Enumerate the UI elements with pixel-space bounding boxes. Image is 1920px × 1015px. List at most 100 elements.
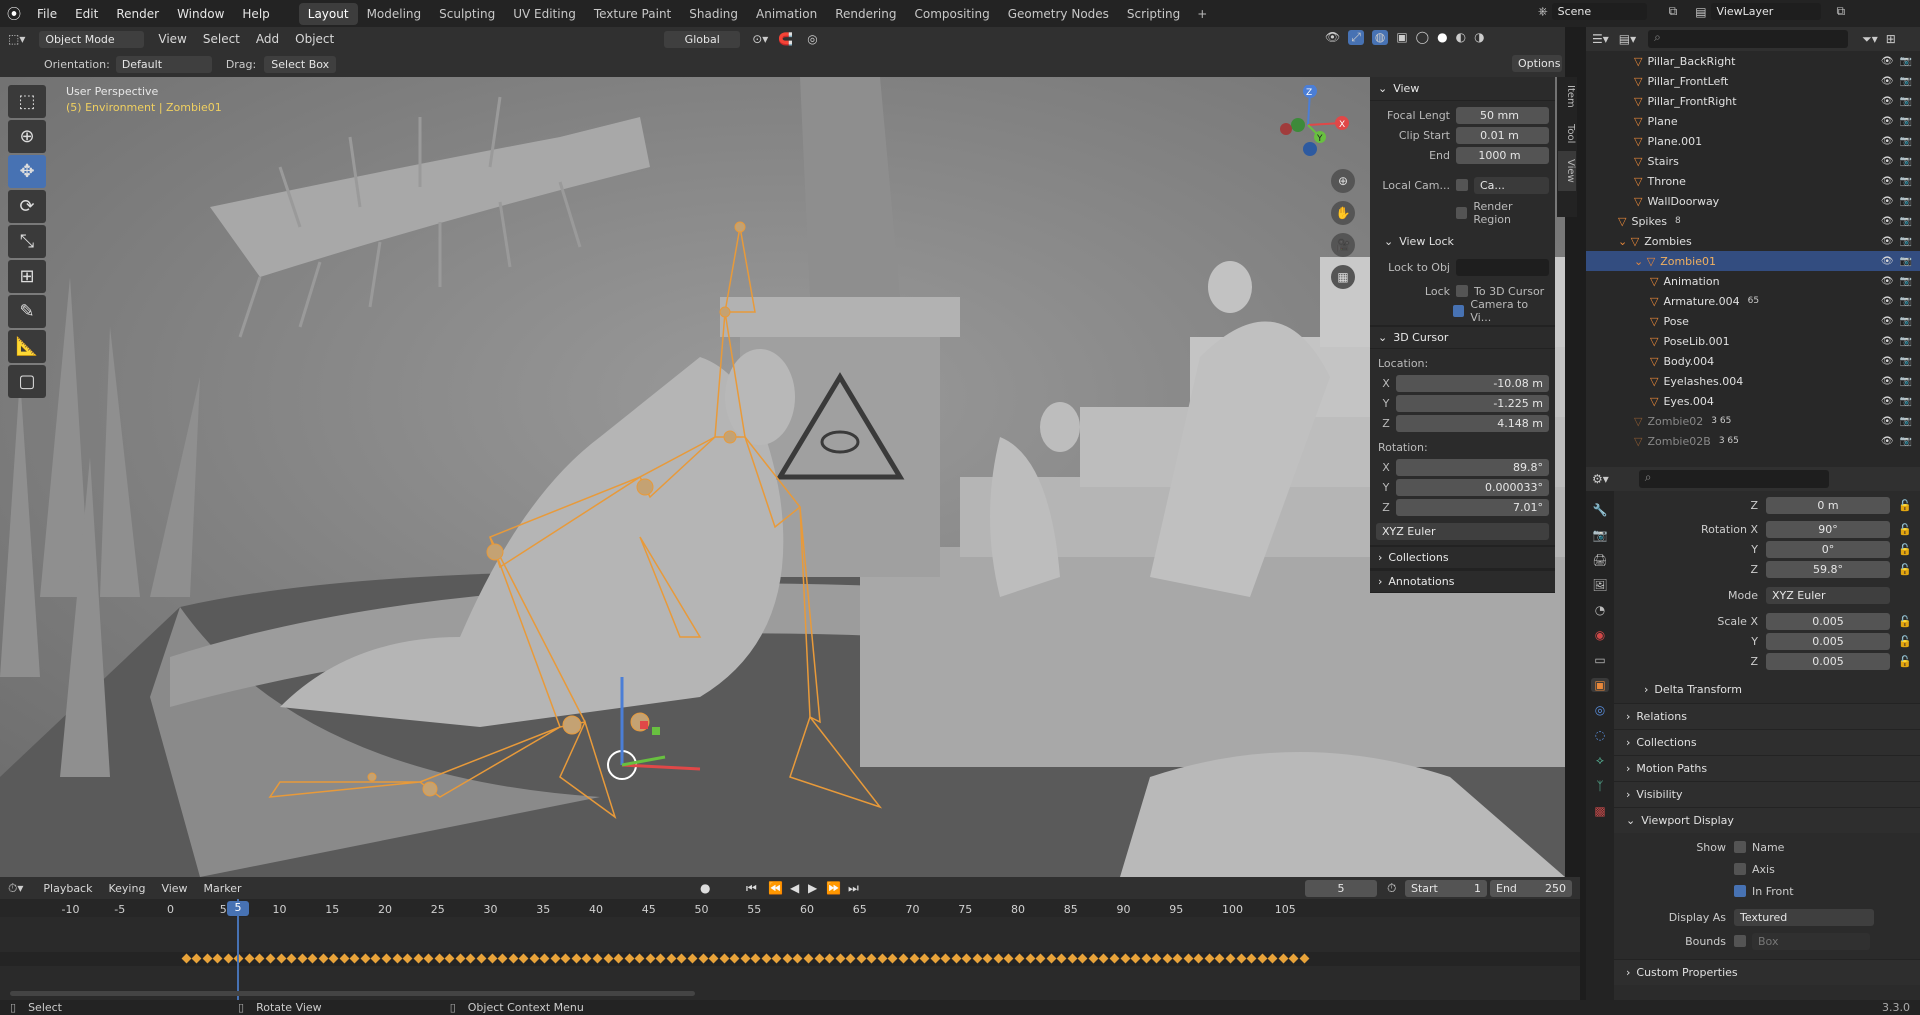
- marker-menu[interactable]: Marker: [196, 882, 250, 895]
- render-camera-icon[interactable]: 📷: [1900, 296, 1912, 307]
- new-viewlayer-icon[interactable]: ⧉: [1837, 4, 1846, 19]
- view-lock-label[interactable]: View Lock: [1399, 235, 1454, 248]
- filter-icon[interactable]: ⏷▾: [1862, 32, 1878, 47]
- gizmo-icon[interactable]: ⤢: [1348, 30, 1364, 45]
- motion-paths-section[interactable]: › Motion Paths: [1614, 755, 1920, 781]
- texture-tab-icon[interactable]: ▩: [1594, 804, 1605, 818]
- menu-edit[interactable]: Edit: [66, 7, 107, 21]
- timeline-editor-icon[interactable]: ⏱▾: [8, 881, 23, 896]
- outliner-item-name[interactable]: Stairs: [1647, 155, 1678, 168]
- render-camera-icon[interactable]: 📷: [1900, 236, 1912, 247]
- render-camera-icon[interactable]: 📷: [1900, 316, 1912, 327]
- world-tab-icon[interactable]: ◉: [1595, 628, 1605, 642]
- object-icon[interactable]: ▽: [1634, 155, 1642, 168]
- object-icon[interactable]: ▽: [1634, 175, 1642, 188]
- visibility-eye-icon[interactable]: 👁: [1881, 76, 1894, 87]
- zoom-icon[interactable]: ⊕: [1331, 169, 1355, 193]
- play-icon[interactable]: ▶: [808, 881, 817, 895]
- transform-orientation-dropdown[interactable]: Global: [664, 30, 741, 48]
- options-dropdown[interactable]: Options: [1512, 55, 1562, 72]
- render-camera-icon[interactable]: 📷: [1900, 396, 1912, 407]
- visibility-eye-icon[interactable]: 👁: [1881, 256, 1894, 267]
- cursor-rot-x-field[interactable]: 89.8°: [1396, 458, 1549, 476]
- render-camera-icon[interactable]: 📷: [1900, 156, 1912, 167]
- object-icon[interactable]: ▽: [1650, 355, 1658, 368]
- outliner-row[interactable]: ⌄ ▽ Zombie01 👁 📷: [1586, 251, 1920, 271]
- properties-search[interactable]: ⌕: [1638, 470, 1829, 488]
- view-panel-header[interactable]: ⌄ View: [1370, 77, 1555, 101]
- visibility-eye-icon[interactable]: 👁: [1881, 396, 1894, 407]
- rot-z-field[interactable]: 59.8°: [1766, 560, 1890, 578]
- outliner-item-name[interactable]: Body.004: [1663, 355, 1714, 368]
- playhead-frame[interactable]: 5: [227, 901, 249, 916]
- viewlayer-icon[interactable]: ▤: [1695, 5, 1706, 19]
- visibility-eye-icon[interactable]: 👁: [1881, 176, 1894, 187]
- custom-properties-section[interactable]: › Custom Properties: [1614, 959, 1920, 985]
- expand-icon[interactable]: ⌄ ▽: [1634, 255, 1655, 268]
- timeline-scrollbar[interactable]: [10, 991, 695, 996]
- render-camera-icon[interactable]: 📷: [1900, 196, 1912, 207]
- rotation-mode-dropdown[interactable]: XYZ Euler: [1376, 522, 1549, 540]
- outliner-item-name[interactable]: Plane.001: [1647, 135, 1702, 148]
- shading-material-icon[interactable]: ◐: [1456, 30, 1466, 45]
- outliner-item-name[interactable]: Spikes: [1631, 215, 1667, 228]
- visibility-eye-icon[interactable]: 👁: [1881, 276, 1894, 287]
- render-camera-icon[interactable]: 📷: [1900, 116, 1912, 127]
- outliner-row[interactable]: ▽ Throne 👁 📷: [1586, 171, 1920, 191]
- render-camera-icon[interactable]: 📷: [1900, 216, 1912, 227]
- vp-menu-add[interactable]: Add: [248, 32, 287, 46]
- scale-z-field[interactable]: 0.005: [1766, 652, 1890, 670]
- drag-dropdown[interactable]: Select Box: [264, 55, 337, 73]
- visibility-eye-icon[interactable]: 👁: [1881, 116, 1894, 127]
- render-camera-icon[interactable]: 📷: [1900, 336, 1912, 347]
- bounds-checkbox[interactable]: [1734, 935, 1746, 947]
- visibility-eye-icon[interactable]: 👁: [1881, 236, 1894, 247]
- collections-panel-header[interactable]: › Collections: [1370, 545, 1555, 569]
- scene-tab-icon[interactable]: ◔: [1595, 603, 1605, 617]
- tab-rendering[interactable]: Rendering: [826, 3, 905, 25]
- lock-z-icon[interactable]: 🔓: [1898, 499, 1912, 512]
- outliner-row[interactable]: ▽ Stairs 👁 📷: [1586, 151, 1920, 171]
- object-icon[interactable]: ▽: [1634, 415, 1642, 428]
- tab-layout[interactable]: Layout: [298, 2, 358, 25]
- shading-rendered-icon[interactable]: ◑: [1474, 30, 1484, 45]
- object-icon[interactable]: ▽: [1634, 195, 1642, 208]
- render-camera-icon[interactable]: 📷: [1900, 96, 1912, 107]
- object-icon[interactable]: ▽: [1634, 135, 1642, 148]
- loc-z-field[interactable]: 0 m: [1766, 496, 1890, 514]
- clip-start-field[interactable]: 0.01 m: [1456, 126, 1549, 144]
- viewlayer-field[interactable]: ViewLayer: [1710, 3, 1821, 20]
- outliner-item-name[interactable]: Eyelashes.004: [1663, 375, 1743, 388]
- object-icon[interactable]: ▽: [1650, 315, 1658, 328]
- select-box-icon[interactable]: ⬚: [8, 85, 46, 118]
- menu-file[interactable]: File: [28, 7, 66, 21]
- outliner-item-name[interactable]: Zombie01: [1660, 255, 1716, 268]
- keying-menu[interactable]: Keying: [100, 882, 153, 895]
- outliner-item-name[interactable]: Plane: [1647, 115, 1677, 128]
- lock-scale-y-icon[interactable]: 🔓: [1898, 635, 1912, 648]
- object-icon[interactable]: ▽: [1634, 95, 1642, 108]
- tab-sculpting[interactable]: Sculpting: [430, 3, 504, 25]
- scale-x-field[interactable]: 0.005: [1766, 612, 1890, 630]
- cursor-z-field[interactable]: 4.148 m: [1396, 414, 1549, 432]
- cursor-icon[interactable]: ⊕: [8, 120, 46, 153]
- outliner-editor-icon[interactable]: ☰▾: [1592, 32, 1609, 46]
- visibility-eye-icon[interactable]: 👁: [1881, 356, 1894, 367]
- visibility-eye-icon[interactable]: 👁: [1881, 96, 1894, 107]
- visibility-eye-icon[interactable]: 👁: [1881, 416, 1894, 427]
- outliner-row[interactable]: ▽ Animation 👁 📷: [1586, 271, 1920, 291]
- render-tab-icon[interactable]: 📷: [1593, 528, 1608, 542]
- vp-menu-select[interactable]: Select: [195, 32, 248, 46]
- visibility-eye-icon[interactable]: 👁: [1881, 336, 1894, 347]
- collections-section[interactable]: › Collections: [1614, 729, 1920, 755]
- pivot-icon[interactable]: ⊙▾: [752, 32, 768, 46]
- proportional-icon[interactable]: ◎: [807, 32, 817, 46]
- scene-icon[interactable]: ⎈: [1538, 4, 1548, 19]
- outliner-item-name[interactable]: Pillar_BackRight: [1647, 55, 1735, 68]
- data-tab-icon[interactable]: ᛉ: [1596, 779, 1603, 793]
- local-cam-checkbox[interactable]: [1456, 179, 1468, 191]
- outliner-row[interactable]: ▽ Pillar_FrontLeft 👁 📷: [1586, 71, 1920, 91]
- end-frame-field[interactable]: End 250: [1490, 879, 1572, 897]
- outliner-row[interactable]: ▽ Pillar_FrontRight 👁 📷: [1586, 91, 1920, 111]
- outliner-row[interactable]: ▽ Plane 👁 📷: [1586, 111, 1920, 131]
